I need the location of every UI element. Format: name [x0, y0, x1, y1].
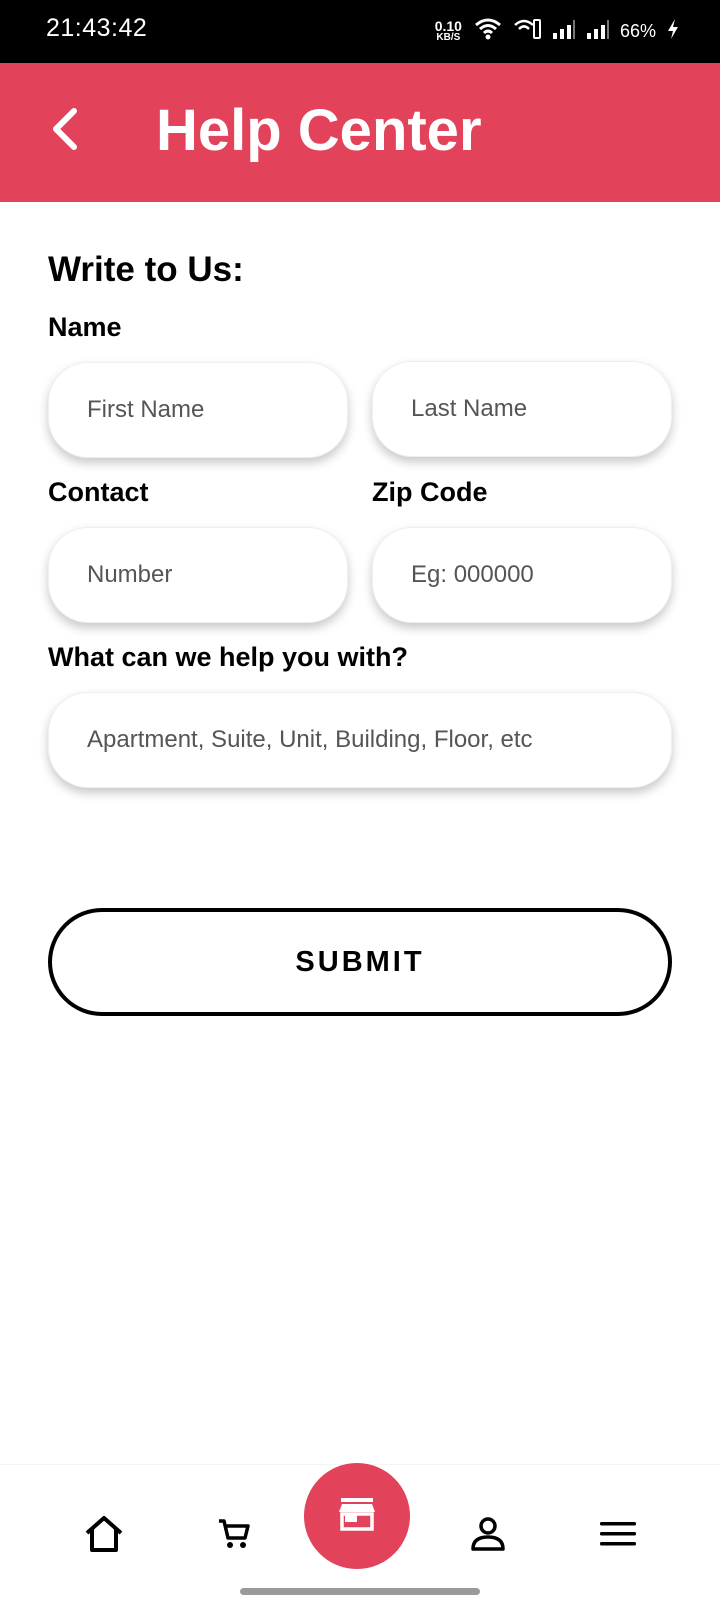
- back-button[interactable]: [40, 101, 90, 161]
- contact-number-input[interactable]: [48, 527, 348, 623]
- page-title: Help Center: [156, 98, 482, 163]
- chevron-left-icon: [50, 107, 80, 156]
- app-bar: Help Center: [0, 63, 720, 202]
- net-speed-value: 0.10: [434, 18, 462, 34]
- status-time: 21:43:42: [46, 14, 148, 42]
- contact-label: Contact: [48, 477, 149, 507]
- store-icon: [337, 1496, 377, 1537]
- cart-icon: [216, 1516, 252, 1557]
- battery-level: 66%: [619, 20, 656, 41]
- signal-icon: [586, 18, 610, 45]
- submit-button[interactable]: SUBMIT: [48, 908, 672, 1016]
- menu-icon: [598, 1519, 638, 1554]
- nav-profile-button[interactable]: [460, 1508, 516, 1564]
- nav-menu-button[interactable]: [590, 1508, 646, 1564]
- zip-code-label: Zip Code: [372, 477, 488, 507]
- signal-icon: [552, 18, 576, 45]
- gesture-bar: [240, 1588, 480, 1595]
- wifi-icon: [474, 17, 502, 46]
- zip-code-input[interactable]: [372, 527, 672, 623]
- nav-store-button[interactable]: [304, 1463, 410, 1569]
- help-message-input[interactable]: [48, 692, 672, 788]
- status-icons: 0.10 KB/S 66%: [435, 16, 680, 46]
- name-label: Name: [48, 312, 122, 342]
- nav-home-button[interactable]: [76, 1508, 132, 1564]
- status-bar: 21:43:42 0.10 KB/S 66%: [0, 0, 720, 63]
- net-speed-unit: KB/S: [436, 32, 461, 43]
- charging-icon: [666, 18, 680, 45]
- last-name-input[interactable]: [372, 361, 672, 457]
- first-name-input[interactable]: [48, 362, 348, 458]
- home-icon: [82, 1514, 126, 1559]
- profile-icon: [469, 1515, 507, 1558]
- section-title: Write to Us:: [48, 250, 244, 289]
- help-topic-label: What can we help you with?: [48, 642, 409, 672]
- wifi-calling-icon: [512, 17, 542, 46]
- net-speed: 0.10 KB/S: [435, 19, 462, 43]
- nav-cart-button[interactable]: [206, 1508, 262, 1564]
